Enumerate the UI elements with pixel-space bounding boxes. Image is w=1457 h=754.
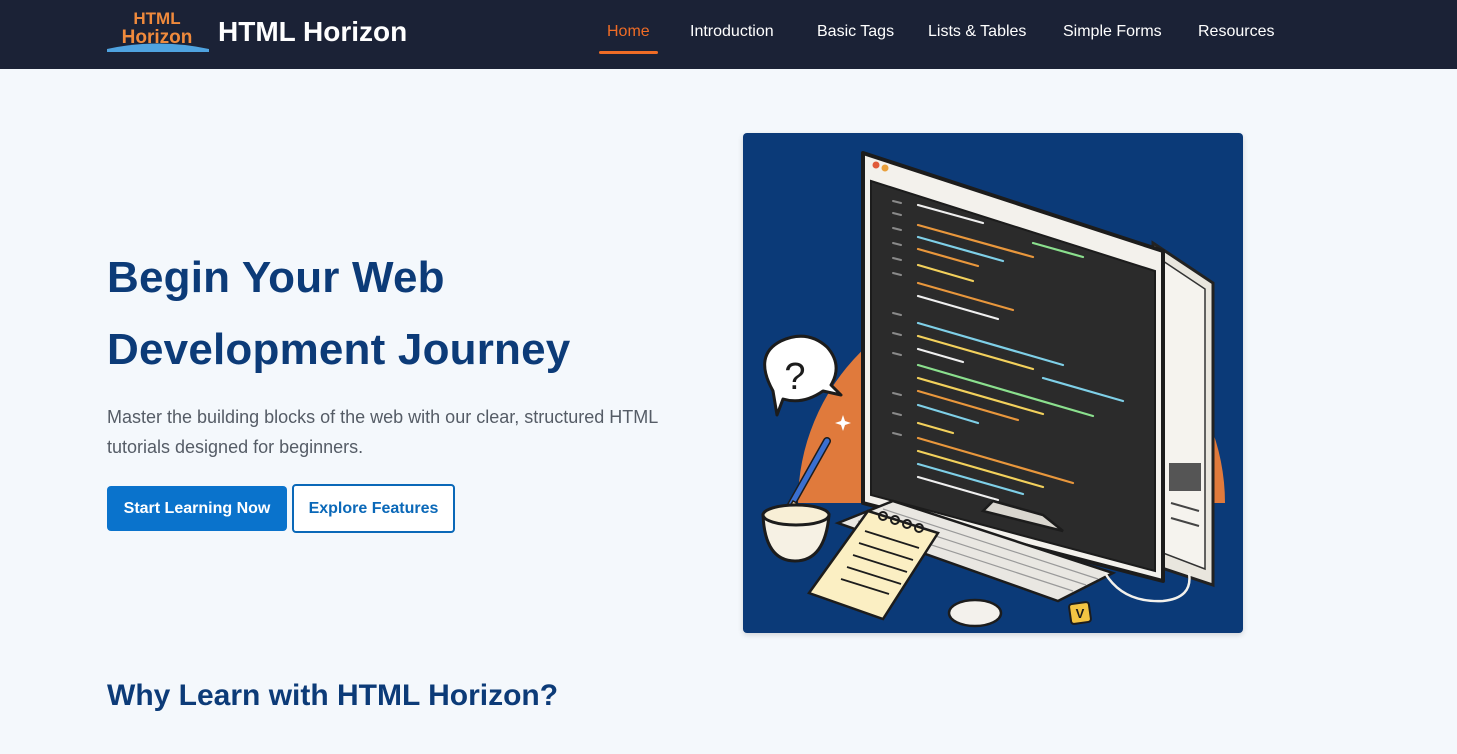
hero-title-line-2: Development Journey	[107, 325, 571, 374]
nav-active-indicator	[599, 51, 658, 54]
start-learning-button[interactable]: Start Learning Now	[107, 486, 287, 531]
hero-title: Begin Your Web Development Journey	[107, 242, 667, 386]
v-tag-icon: V	[1068, 601, 1092, 625]
mouse-icon	[947, 598, 1003, 628]
v-tag-text: V	[1076, 606, 1085, 621]
nav-introduction[interactable]: Introduction	[690, 21, 774, 43]
brand-name[interactable]: HTML Horizon	[218, 14, 407, 50]
nav-basic-tags[interactable]: Basic Tags	[817, 21, 894, 43]
coffee-cup-icon	[761, 503, 831, 563]
why-learn-heading: Why Learn with HTML Horizon?	[107, 679, 559, 712]
logo-text-html: HTML	[133, 9, 180, 28]
nav-simple-forms[interactable]: Simple Forms	[1063, 21, 1162, 43]
nav-lists-tables[interactable]: Lists & Tables	[928, 21, 1026, 43]
explore-features-button[interactable]: Explore Features	[292, 484, 455, 533]
bubble-question-text: ?	[784, 356, 805, 398]
logo-text-horizon: Horizon	[122, 27, 193, 48]
nav-resources[interactable]: Resources	[1198, 21, 1274, 43]
hero-illustration: V ?	[743, 133, 1243, 633]
hero-title-line-1: Begin Your Web	[107, 253, 445, 302]
top-navbar: HTML Horizon HTML Horizon Home Introduct…	[0, 0, 1457, 69]
hero-subtitle: Master the building blocks of the web wi…	[107, 407, 658, 457]
nav-home[interactable]: Home	[607, 21, 650, 43]
html-horizon-logo[interactable]: HTML Horizon	[107, 8, 209, 52]
